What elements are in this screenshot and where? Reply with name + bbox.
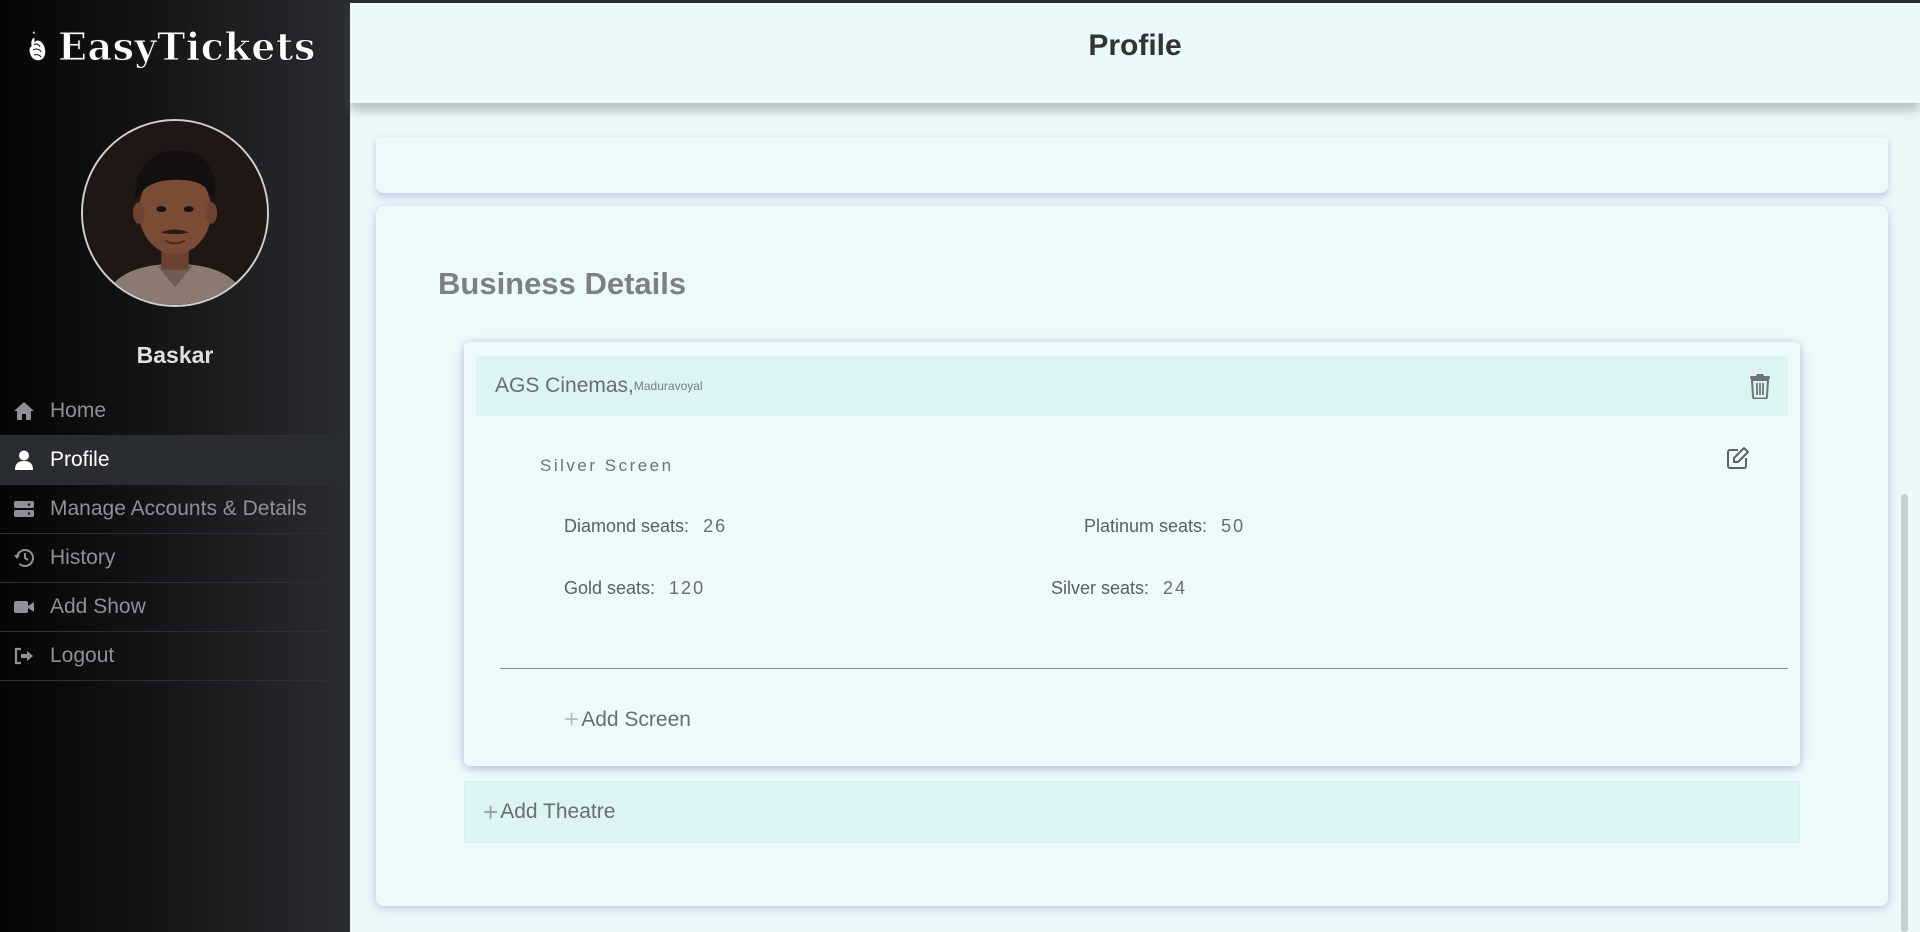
page-header: Profile (350, 0, 1920, 103)
sidebar-item-label: Profile (50, 448, 110, 471)
profile-card (376, 137, 1888, 193)
diamond-seats-label: Diamond seats: (564, 516, 690, 536)
gold-seats-value: 120 (669, 578, 706, 598)
sidebar-item-label: Manage Accounts & Details (50, 497, 307, 520)
brand-logo[interactable]: EasyTickets (22, 24, 316, 70)
profile-photo (83, 121, 267, 305)
hand-icon (28, 28, 47, 61)
platinum-seats-label: Platinum seats: (1084, 516, 1208, 536)
main-content: Business Details AGS Cinemas, Maduravoyal… (350, 103, 1920, 932)
sidebar-item-label: Logout (50, 644, 115, 667)
section-title: Business Details (438, 266, 687, 301)
user-name: Baskar (136, 342, 214, 368)
user-icon (12, 449, 36, 471)
theatre-header[interactable]: AGS Cinemas, Maduravoyal (476, 356, 1788, 416)
history-icon (12, 547, 36, 569)
sidebar-item-logout[interactable]: Logout (0, 632, 350, 681)
trash-icon[interactable] (1748, 373, 1772, 399)
sidebar-item-add-show[interactable]: Add Show (0, 583, 350, 632)
theatre-location: Maduravoyal (633, 379, 703, 393)
gold-seats-label: Gold seats: (564, 578, 656, 598)
diamond-seats-value: 26 (703, 516, 728, 536)
plus-icon: + (483, 796, 499, 827)
sidebar-item-label: Add Show (50, 595, 146, 618)
diamond-seats: Diamond seats: 26 (564, 516, 727, 537)
avatar (81, 119, 269, 307)
theatre-name: AGS Cinemas, (495, 374, 634, 397)
sidebar-item-home[interactable]: Home (0, 387, 350, 436)
add-screen-label: Add Screen (581, 707, 691, 731)
screen-name: Silver Screen (540, 456, 674, 475)
sidebar: EasyTickets Baskar Home Profile Manage A… (0, 0, 350, 932)
divider (500, 668, 1788, 669)
sidebar-item-label: Home (50, 399, 107, 422)
edit-icon[interactable] (1726, 446, 1750, 470)
silver-seats-label: Silver seats: (1051, 578, 1150, 598)
brand-name: EasyTickets (58, 24, 316, 70)
theatre-card: AGS Cinemas, Maduravoyal Silver Screen Di… (464, 342, 1800, 766)
gold-seats: Gold seats: 120 (564, 578, 705, 599)
business-details-card: Business Details AGS Cinemas, Maduravoyal… (376, 206, 1888, 906)
scrollbar-thumb[interactable] (1901, 494, 1908, 932)
sidebar-nav: Home Profile Manage Accounts & Details H… (0, 387, 350, 681)
sidebar-item-profile[interactable]: Profile (0, 436, 350, 485)
platinum-seats: Platinum seats: 50 (1084, 516, 1245, 537)
sidebar-item-label: History (50, 546, 116, 569)
logout-icon (12, 645, 36, 667)
sidebar-item-history[interactable]: History (0, 534, 350, 583)
add-screen-button[interactable]: + Add Screen (564, 704, 691, 735)
silver-seats: Silver seats: 24 (1051, 578, 1187, 599)
plus-icon: + (564, 704, 580, 734)
add-theatre-label: Add Theatre (500, 800, 616, 823)
page-title: Profile (1088, 29, 1182, 62)
platinum-seats-value: 50 (1221, 516, 1246, 536)
add-theatre-button[interactable]: + Add Theatre (464, 781, 1800, 843)
home-icon (12, 400, 36, 422)
server-icon (12, 498, 36, 520)
sidebar-item-manage-accounts[interactable]: Manage Accounts & Details (0, 485, 350, 534)
silver-seats-value: 24 (1163, 578, 1188, 598)
video-icon (12, 596, 36, 618)
